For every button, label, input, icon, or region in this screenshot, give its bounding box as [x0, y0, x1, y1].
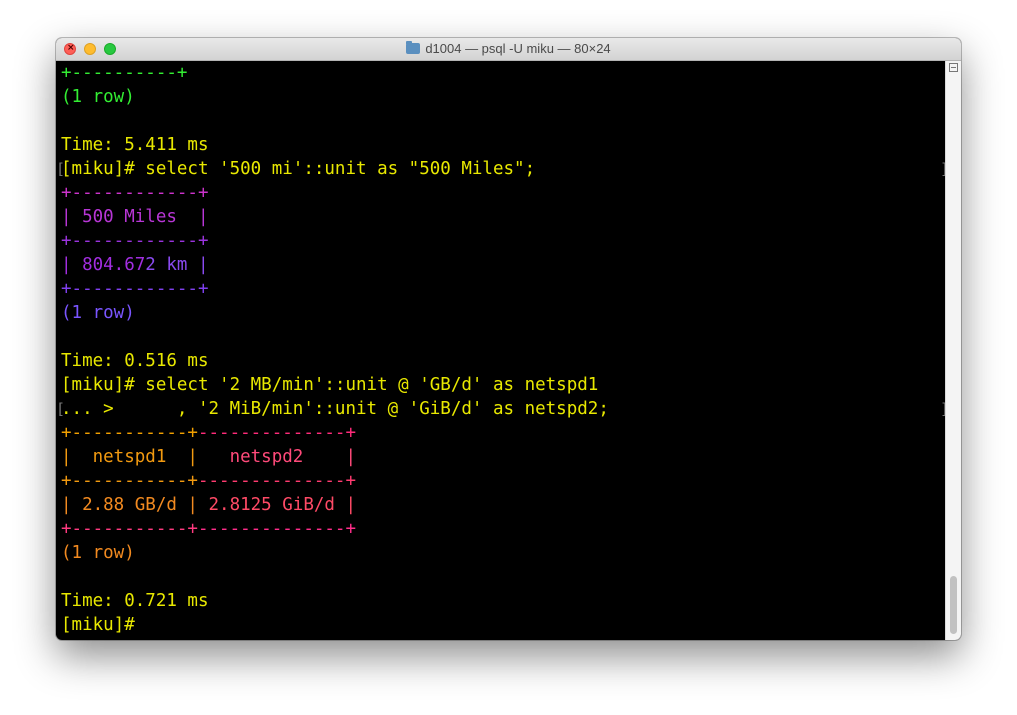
terminal-line: | 2.88 GB/d | 2.8125 GiB/d | [61, 493, 356, 517]
terminal-text: --------------+ [197, 471, 357, 491]
terminal-text: +------------+ [61, 231, 209, 251]
terminal-line: [miku]# select '2 MB/min'::unit @ 'GB/d'… [61, 373, 598, 397]
terminal-window: × d1004 — psql -U miku — 80×24 +--------… [56, 38, 961, 640]
terminal-text: netspd2 | [197, 447, 357, 467]
terminal-text: +-----------+ [61, 471, 198, 491]
terminal-line: (1 row) [61, 541, 135, 565]
window-title-text: d1004 — psql -U miku — 80×24 [425, 41, 611, 56]
terminal-line: Time: 5.411 ms [61, 133, 209, 157]
terminal-line: +-----------+--------------+ [61, 469, 356, 493]
scrollbar[interactable] [945, 61, 961, 640]
terminal-text: | netspd1 | [61, 447, 198, 467]
terminal-line: +----------+ [61, 61, 187, 85]
terminal-line: [miku]# [61, 613, 156, 637]
terminal-output[interactable]: +----------+ (1 row) Time: 5.411 ms [miku]#… [56, 61, 949, 640]
terminal-text: | 2.88 GB/d | [61, 495, 198, 515]
terminal-text: +-----------+ [61, 519, 198, 539]
terminal-text: Time: 0.721 ms [61, 591, 209, 611]
terminal-line: +------------+ [61, 229, 209, 253]
terminal-line: (1 row) [61, 301, 135, 325]
terminal-text: Time: 5.411 ms [61, 135, 209, 155]
terminal-text: | 500 Miles | [61, 207, 209, 227]
terminal-text: ... > , '2 MiB/min'::unit @ 'GiB/d' as n… [61, 399, 609, 419]
folder-icon [406, 41, 421, 54]
terminal-text: +-----------+ [61, 423, 198, 443]
terminal-text: +------------+ [61, 183, 209, 203]
terminal-line: +-----------+--------------+ [61, 517, 356, 541]
terminal-line: +-----------+--------------+ [61, 421, 356, 445]
terminal-line: [miku]# select '500 mi'::unit as "500 Mi… [61, 157, 535, 181]
scroll-split-button[interactable] [949, 63, 958, 72]
terminal-text: | 804.67 [61, 255, 146, 275]
terminal-text: [miku]# select '500 mi'::unit as "500 Mi… [61, 159, 536, 179]
terminal-text: --------------+ [197, 519, 357, 539]
title-bar[interactable]: × d1004 — psql -U miku — 80×24 [56, 38, 961, 61]
scroll-thumb[interactable] [950, 576, 957, 634]
terminal-text: [miku]# select '2 MB/min'::unit @ 'GB/d'… [61, 375, 599, 395]
terminal-text: (1 row) [61, 303, 135, 323]
text-cursor [145, 615, 156, 633]
terminal-text: 2.8125 GiB/d | [197, 495, 357, 515]
terminal-line: +------------+ [61, 277, 209, 301]
terminal-text: Time: 0.516 ms [61, 351, 209, 371]
terminal-line: | 500 Miles | [61, 205, 209, 229]
terminal-line: Time: 0.721 ms [61, 589, 209, 613]
terminal-text: --------------+ [197, 423, 357, 443]
mark-bracket: [ [56, 400, 66, 418]
terminal-line: +------------+ [61, 181, 209, 205]
terminal-line: Time: 0.516 ms [61, 349, 209, 373]
terminal-text: [miku]# [61, 615, 146, 635]
terminal-text: 2 km | [145, 255, 209, 275]
terminal-text: +------------+ [61, 279, 209, 299]
mark-bracket: [ [56, 160, 66, 178]
terminal-text: (1 row) [61, 87, 135, 107]
terminal-line: (1 row) [61, 85, 135, 109]
window-title: d1004 — psql -U miku — 80×24 [56, 38, 961, 60]
terminal-line: | 804.672 km | [61, 253, 209, 277]
terminal-line: ... > , '2 MiB/min'::unit @ 'GiB/d' as n… [61, 397, 609, 421]
terminal-text: +----------+ [61, 63, 188, 83]
terminal-text: (1 row) [61, 543, 135, 563]
terminal-line: | netspd1 | netspd2 | [61, 445, 356, 469]
